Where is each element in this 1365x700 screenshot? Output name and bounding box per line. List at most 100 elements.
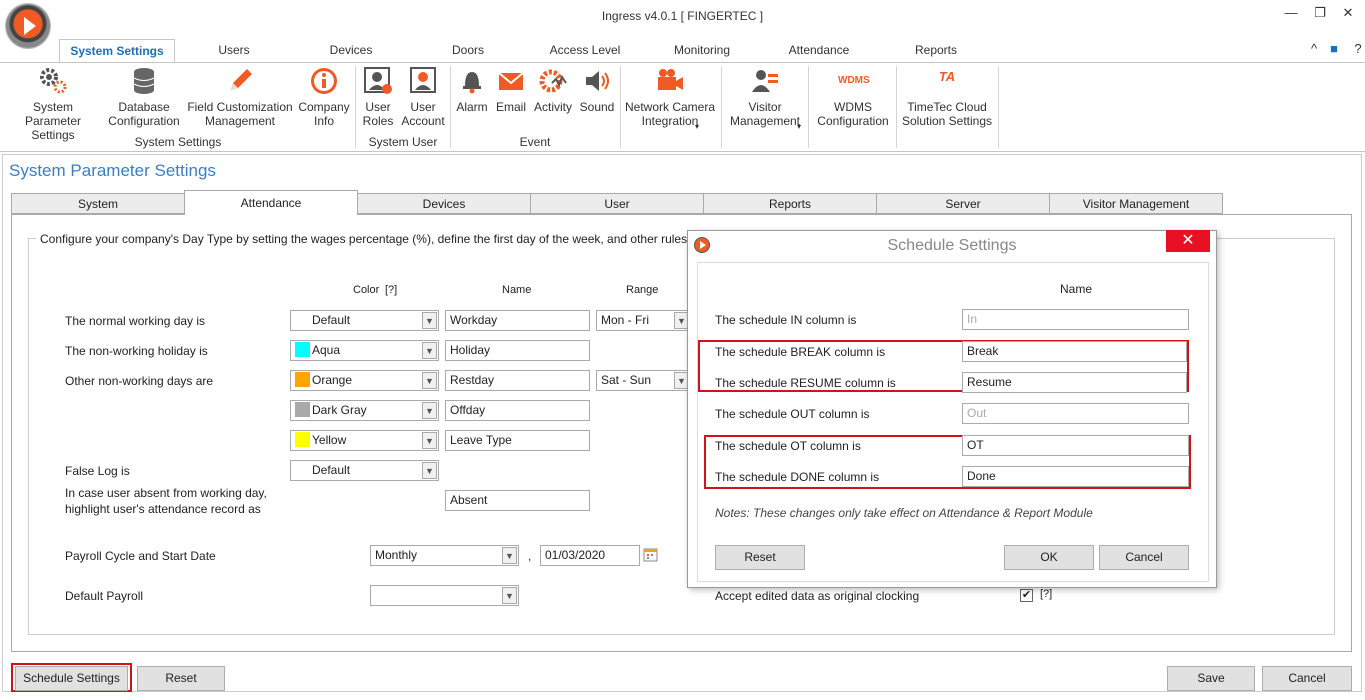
minimize-button[interactable]: — bbox=[1281, 4, 1301, 22]
color-swatch bbox=[295, 372, 310, 387]
office-icon[interactable]: ■ bbox=[1324, 40, 1344, 58]
payroll-start-date-field[interactable]: 01/03/2020 bbox=[540, 545, 640, 566]
visitor-management-button[interactable]: Visitor Management ▾ bbox=[725, 66, 805, 131]
normal-color-value: Default bbox=[312, 313, 351, 327]
chevron-down-icon[interactable]: ▼ bbox=[422, 402, 437, 419]
color-column-header: Color bbox=[353, 284, 380, 296]
chevron-down-icon[interactable]: ▼ bbox=[502, 547, 517, 564]
other3-color-select[interactable]: Yellow ▼ bbox=[290, 430, 439, 451]
ribbon-tab-access-level[interactable]: Access Level bbox=[545, 43, 625, 61]
other1-color-select[interactable]: Orange ▼ bbox=[290, 370, 439, 391]
normal-color-select[interactable]: Default ▼ bbox=[290, 310, 439, 331]
schedule-out-field[interactable]: Out bbox=[962, 403, 1189, 424]
accept-edited-checkbox[interactable]: ✔ bbox=[1020, 589, 1033, 602]
default-payroll-label: Default Payroll bbox=[65, 589, 144, 603]
restore-button[interactable]: ❐ bbox=[1310, 4, 1330, 22]
dialog-cancel-button[interactable]: Cancel bbox=[1099, 545, 1189, 570]
collapse-ribbon-icon[interactable]: ^ bbox=[1304, 40, 1324, 58]
ribbon-tab-monitoring[interactable]: Monitoring bbox=[663, 43, 741, 61]
ribbon-tab-reports[interactable]: Reports bbox=[902, 43, 970, 61]
visitor-icon bbox=[752, 70, 778, 92]
timetec-cloud-label: TimeTec Cloud Solution Settings bbox=[901, 100, 993, 128]
database-configuration-button[interactable]: Database Configuration bbox=[106, 66, 182, 128]
other-range-select[interactable]: Sat - Sun ▼ bbox=[596, 370, 691, 391]
page-title: System Parameter Settings bbox=[9, 161, 216, 180]
chevron-down-icon[interactable]: ▼ bbox=[422, 462, 437, 479]
default-payroll-select[interactable]: ▼ bbox=[370, 585, 519, 606]
payroll-cycle-select[interactable]: Monthly ▼ bbox=[370, 545, 519, 566]
ribbon-separator bbox=[721, 66, 722, 148]
absent-label-line1: In case user absent from working day, bbox=[65, 486, 267, 500]
dialog-reset-button[interactable]: Reset bbox=[715, 545, 805, 570]
ribbon-separator bbox=[355, 66, 356, 148]
false-log-color-select[interactable]: Default ▼ bbox=[290, 460, 439, 481]
help-icon[interactable]: ? bbox=[1348, 40, 1365, 58]
tab-user[interactable]: User bbox=[530, 193, 704, 214]
tab-system[interactable]: System bbox=[11, 193, 185, 214]
network-camera-integration-button[interactable]: Network Camera Integration ▾ bbox=[623, 66, 717, 131]
other3-name-field[interactable]: Leave Type bbox=[445, 430, 590, 451]
calendar-icon[interactable] bbox=[643, 547, 658, 562]
activity-button[interactable]: Activity bbox=[531, 66, 575, 114]
other1-name-field[interactable]: Restday bbox=[445, 370, 590, 391]
user-account-label: User Account bbox=[401, 100, 445, 128]
schedule-break-field[interactable]: Break bbox=[962, 341, 1187, 362]
normal-range-select[interactable]: Mon - Fri ▼ bbox=[596, 310, 691, 331]
false-log-label: False Log is bbox=[65, 464, 130, 478]
wdms-configuration-label: WDMS Configuration bbox=[817, 100, 889, 128]
schedule-done-label: The schedule DONE column is bbox=[715, 470, 880, 484]
timetec-cloud-settings-button[interactable]: TA TimeTec Cloud Solution Settings bbox=[899, 66, 995, 128]
accept-edited-help-link[interactable]: [?] bbox=[1040, 588, 1052, 600]
schedule-done-field[interactable]: Done bbox=[962, 466, 1189, 487]
system-parameter-settings-button[interactable]: System Parameter Settings bbox=[4, 66, 102, 142]
tab-visitor-management[interactable]: Visitor Management bbox=[1049, 193, 1223, 214]
tab-attendance[interactable]: Attendance bbox=[184, 190, 358, 215]
ribbon-separator bbox=[450, 66, 451, 148]
wdms-configuration-button[interactable]: WDMS WDMS Configuration bbox=[812, 66, 894, 128]
ribbon-tab-users[interactable]: Users bbox=[204, 43, 264, 61]
ribbon-tab-system-settings[interactable]: System Settings bbox=[59, 39, 175, 63]
database-configuration-label: Database Configuration bbox=[108, 100, 180, 128]
dropdown-caret-icon: ▾ bbox=[695, 122, 700, 131]
other1-color-value: Orange bbox=[312, 373, 353, 387]
holiday-color-select[interactable]: Aqua ▼ bbox=[290, 340, 439, 361]
field-customization-button[interactable]: Field Customization Management bbox=[186, 66, 294, 128]
user-roles-button[interactable]: User Roles bbox=[359, 66, 397, 128]
chevron-down-icon[interactable]: ▼ bbox=[422, 312, 437, 329]
absent-name-field[interactable]: Absent bbox=[445, 490, 590, 511]
schedule-in-field[interactable]: In bbox=[962, 309, 1189, 330]
close-window-button[interactable]: ✕ bbox=[1338, 4, 1358, 22]
tab-server[interactable]: Server bbox=[876, 193, 1050, 214]
chevron-down-icon[interactable]: ▼ bbox=[422, 342, 437, 359]
user-account-button[interactable]: User Account bbox=[399, 66, 447, 128]
tab-reports[interactable]: Reports bbox=[703, 193, 877, 214]
email-button[interactable]: Email bbox=[493, 66, 529, 114]
dialog-ok-button[interactable]: OK bbox=[1004, 545, 1094, 570]
schedule-resume-field[interactable]: Resume bbox=[962, 372, 1187, 393]
normal-range-value: Mon - Fri bbox=[601, 313, 649, 327]
alarm-button[interactable]: Alarm bbox=[453, 66, 491, 114]
ribbon-tab-doors[interactable]: Doors bbox=[438, 43, 498, 61]
color-help-link[interactable]: [?] bbox=[385, 284, 397, 296]
chevron-down-icon[interactable]: ▼ bbox=[422, 432, 437, 449]
other-range-value: Sat - Sun bbox=[601, 373, 652, 387]
schedule-settings-button[interactable]: Schedule Settings bbox=[15, 666, 128, 691]
other2-color-select[interactable]: Dark Gray ▼ bbox=[290, 400, 439, 421]
tab-devices[interactable]: Devices bbox=[357, 193, 531, 214]
chevron-down-icon[interactable]: ▼ bbox=[502, 587, 517, 604]
save-button[interactable]: Save bbox=[1167, 666, 1255, 691]
dialog-close-button[interactable]: ✕ bbox=[1166, 230, 1210, 252]
ribbon-tab-devices[interactable]: Devices bbox=[321, 43, 381, 61]
other2-name-field[interactable]: Offday bbox=[445, 400, 590, 421]
ribbon-tab-attendance[interactable]: Attendance bbox=[779, 43, 859, 61]
chevron-down-icon[interactable]: ▼ bbox=[422, 372, 437, 389]
cancel-button[interactable]: Cancel bbox=[1262, 666, 1352, 691]
ribbon-separator bbox=[620, 66, 621, 148]
schedule-ot-field[interactable]: OT bbox=[962, 435, 1189, 456]
sound-button[interactable]: Sound bbox=[577, 66, 617, 114]
holiday-name-field[interactable]: Holiday bbox=[445, 340, 590, 361]
name-column-header: Name bbox=[502, 284, 532, 296]
company-info-button[interactable]: Company Info bbox=[296, 66, 352, 128]
normal-name-field[interactable]: Workday bbox=[445, 310, 590, 331]
reset-button[interactable]: Reset bbox=[137, 666, 225, 691]
